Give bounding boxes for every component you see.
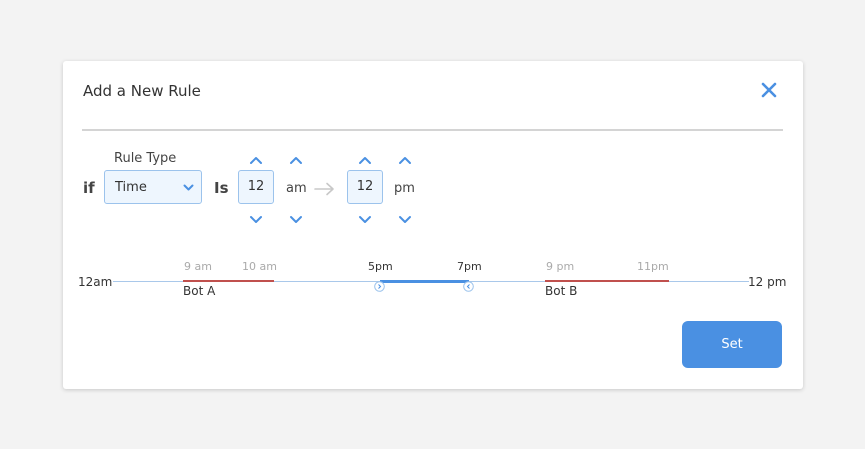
start-hour-down-button[interactable] — [248, 210, 264, 223]
chevron-down-icon — [359, 216, 371, 223]
selection-segment — [380, 280, 469, 283]
chevron-down-icon — [183, 184, 194, 191]
rule-type-label: Rule Type — [114, 151, 177, 166]
start-period-value[interactable]: am — [286, 181, 307, 196]
handle-left-icon — [463, 281, 474, 292]
end-period-up-button[interactable] — [397, 152, 413, 164]
rule-type-select[interactable]: Time — [104, 170, 202, 204]
header-divider — [82, 129, 783, 131]
end-hour-down-button[interactable] — [357, 210, 373, 223]
bot-b-label: Bot B — [545, 284, 578, 298]
chevron-up-icon — [250, 157, 262, 164]
end-hour-input[interactable]: 12 — [347, 170, 383, 204]
chevron-up-icon — [290, 157, 302, 164]
bot-b-segment — [545, 280, 669, 282]
timeline-start-label: 12am — [78, 275, 113, 289]
selection-start-label: 5pm — [368, 260, 393, 273]
chevron-down-icon — [399, 216, 411, 223]
end-hour-up-button[interactable] — [357, 152, 373, 164]
end-period-value[interactable]: pm — [394, 181, 415, 196]
close-button[interactable] — [760, 81, 778, 99]
start-period-down-button[interactable] — [288, 210, 304, 223]
start-hour-input[interactable]: 12 — [238, 170, 274, 204]
bot-a-segment — [183, 280, 274, 282]
bot-a-end-label: 10 am — [242, 260, 277, 273]
set-button[interactable]: Set — [682, 321, 782, 368]
chevron-up-icon — [399, 157, 411, 164]
bot-b-end-label: 11pm — [637, 260, 669, 273]
bot-a-start-label: 9 am — [184, 260, 212, 273]
end-period-down-button[interactable] — [397, 210, 413, 223]
start-period-up-button[interactable] — [288, 152, 304, 164]
chevron-down-icon — [290, 216, 302, 223]
is-label: Is — [214, 179, 229, 197]
selection-end-label: 7pm — [457, 260, 482, 273]
selection-start-handle[interactable] — [374, 277, 385, 292]
chevron-down-icon — [250, 216, 262, 223]
chevron-up-icon — [359, 157, 371, 164]
if-label: if — [83, 179, 95, 197]
selection-end-handle[interactable] — [463, 277, 474, 292]
bot-b-start-label: 9 pm — [546, 260, 575, 273]
arrow-right-icon — [314, 182, 334, 196]
bot-a-label: Bot A — [183, 284, 216, 298]
dialog-title: Add a New Rule — [83, 82, 201, 100]
rule-type-value: Time — [115, 180, 147, 195]
close-icon — [761, 82, 777, 98]
add-rule-dialog: Add a New Rule if Rule Type Time Is 12 a… — [63, 61, 803, 389]
timeline-end-label: 12 pm — [748, 275, 787, 289]
handle-right-icon — [374, 281, 385, 292]
start-hour-up-button[interactable] — [248, 152, 264, 164]
